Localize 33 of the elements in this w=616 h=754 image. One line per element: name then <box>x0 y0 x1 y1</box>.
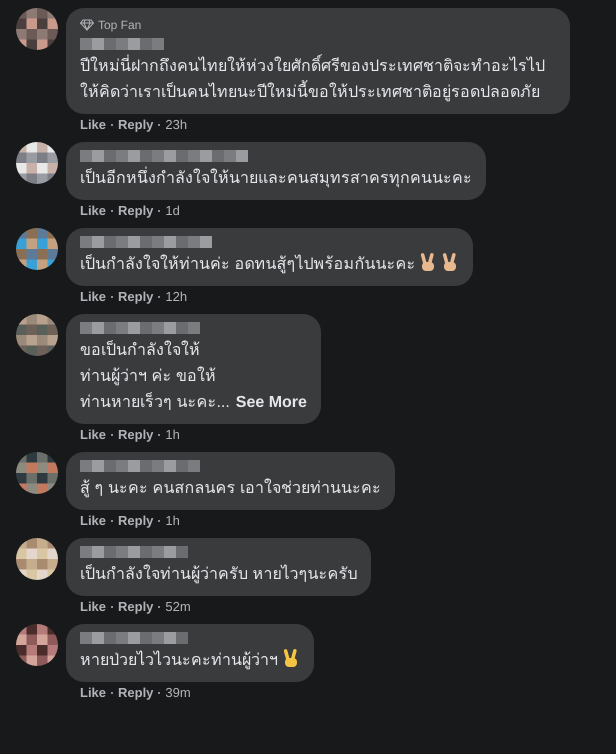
comment-text: เป็นกำลังใจท่านผู้ว่าครับ หายไวๆนะครับ <box>80 563 358 586</box>
reply-link[interactable]: Reply <box>118 599 154 615</box>
diamond-icon <box>80 19 94 31</box>
comment-text: ท่านหายเร็วๆ นะคะ... <box>80 391 230 413</box>
comment-text: เป็นกำลังใจให้ท่านค่ะ อดทนสู้ๆไปพร้อมกันนะคะ <box>80 252 460 278</box>
top-fan-label: Top Fan <box>98 17 142 34</box>
comment-text: ท่านผู้ว่าฯ ค่ะ ขอให้ <box>80 366 216 388</box>
reply-link[interactable]: Reply <box>118 203 154 219</box>
like-link[interactable]: Like <box>80 685 106 701</box>
reply-link[interactable]: Reply <box>118 289 154 305</box>
reply-link[interactable]: Reply <box>118 117 154 133</box>
comment-text: สู้ ๆ นะคะ คนสกลนคร เอาใจช่วยท่านนะคะ <box>80 478 381 500</box>
like-link[interactable]: Like <box>80 203 106 219</box>
comment-text: ขอเป็นกำลังใจให้ <box>80 339 200 361</box>
comment-time: 1h <box>165 427 180 443</box>
like-link[interactable]: Like <box>80 289 106 305</box>
comment-time: 1h <box>165 513 180 529</box>
reply-link[interactable]: Reply <box>118 427 154 443</box>
like-link[interactable]: Like <box>80 599 106 615</box>
like-link[interactable]: Like <box>80 117 106 133</box>
like-link[interactable]: Like <box>80 513 106 529</box>
comment-text: เป็นอีกหนึ่งกำลังใจให้นายและคนสมุทรสาครทุกคนนะคะ <box>80 166 472 192</box>
like-link[interactable]: Like <box>80 427 106 443</box>
comment-time: 39m <box>165 685 191 701</box>
comment-time: 23h <box>165 117 188 133</box>
see-more-link[interactable]: See More <box>236 391 307 415</box>
comment-time: 1d <box>165 203 180 219</box>
comment-text: หายป่วยไวไวนะคะท่านผู้ว่าฯ <box>80 648 300 674</box>
comment-time: 12h <box>165 289 188 305</box>
reply-link[interactable]: Reply <box>118 685 154 701</box>
comment-text: ปีใหม่นี่ฝากถึงคนไทยให้ห่วงใยศักดิ์ศรีของประเทศชาติจะทำอะไรไปให้คิดว่าเราเป็นคนไทยนะปีใหม่นี้ขอให้ประเทศชาติอยู่รอดปลอดภัย <box>80 54 556 106</box>
comment-time: 52m <box>165 599 191 615</box>
reply-link[interactable]: Reply <box>118 513 154 529</box>
